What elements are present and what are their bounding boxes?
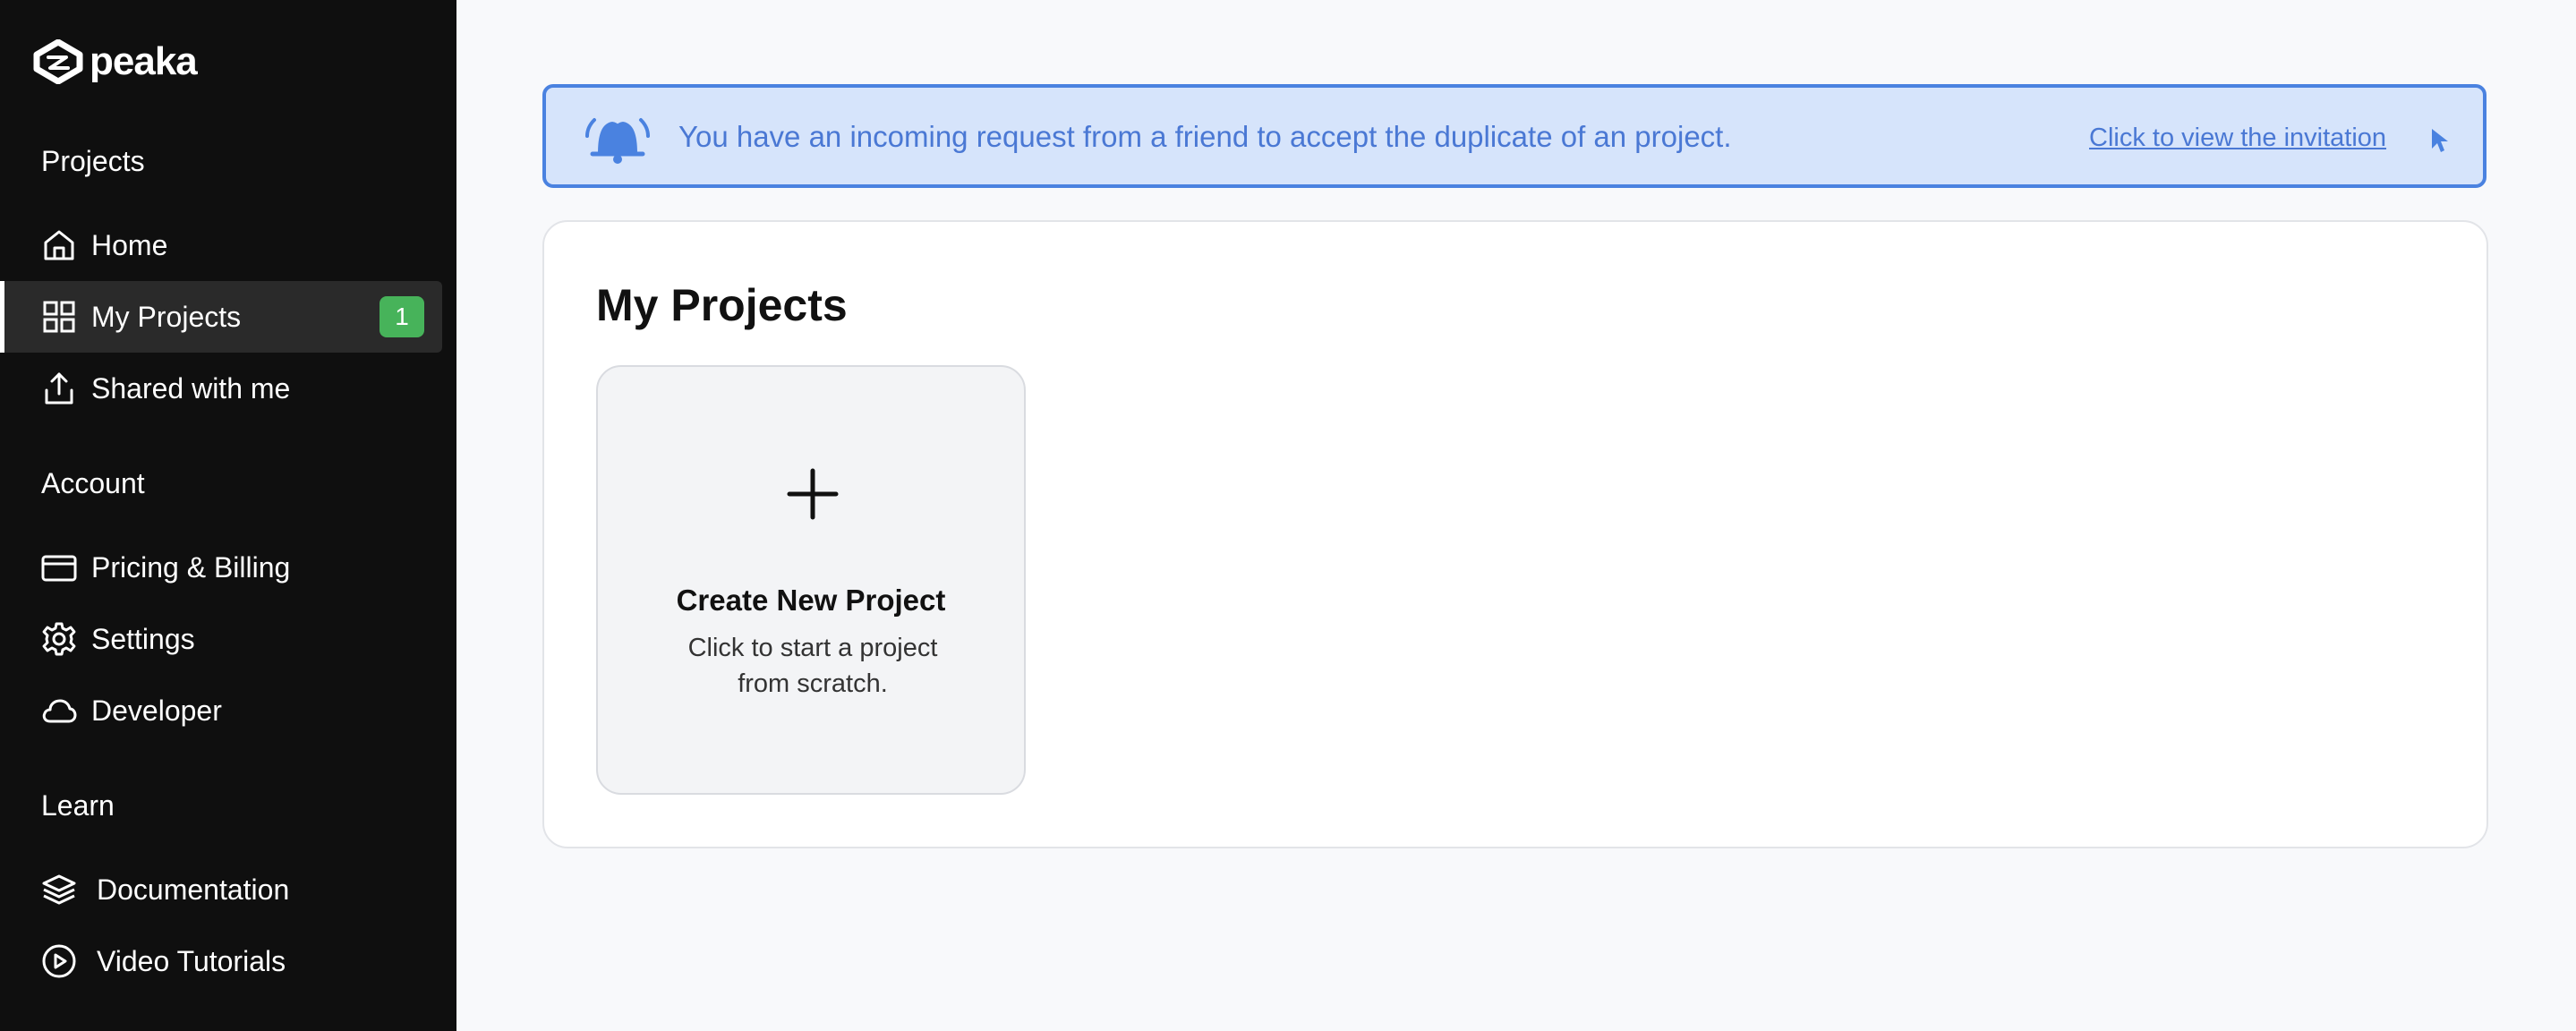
layers-icon: [41, 872, 77, 907]
sidebar-item-label: Video Tutorials: [97, 944, 286, 977]
credit-card-icon: [41, 550, 77, 585]
invitation-banner: You have an incoming request from a frie…: [542, 84, 2486, 188]
my-projects-panel: My Projects Create New Project Click to …: [542, 220, 2488, 848]
home-icon: [41, 227, 77, 263]
sidebar-item-label: Home: [91, 228, 168, 261]
create-project-title: Create New Project: [676, 584, 946, 617]
sidebar-item-my-projects[interactable]: My Projects: [41, 283, 241, 351]
logo[interactable]: peaka: [32, 39, 198, 84]
pointer-cursor-icon: [2429, 127, 2451, 158]
logo-text: peaka: [90, 39, 198, 83]
sidebar: peaka Projects Home My Projects 1 Shared…: [0, 0, 456, 1031]
section-title-account: Account: [41, 467, 145, 499]
sidebar-item-documentation[interactable]: Documentation: [41, 856, 289, 924]
grid-icon: [41, 299, 77, 335]
sidebar-item-label: Pricing & Billing: [91, 550, 291, 584]
cloud-icon: [41, 693, 77, 729]
sidebar-item-label: Developer: [91, 694, 222, 727]
create-project-description: Click to start a project from scratch.: [687, 634, 938, 698]
plus-icon: [786, 467, 840, 525]
sidebar-item-video-tutorials[interactable]: Video Tutorials: [41, 927, 286, 995]
sidebar-item-home[interactable]: Home: [41, 211, 167, 279]
page-title: My Projects: [596, 280, 848, 330]
sidebar-item-shared-with-me[interactable]: Shared with me: [41, 354, 290, 422]
sidebar-item-label: My Projects: [91, 300, 242, 333]
active-item-indicator: [0, 281, 4, 353]
sidebar-item-pricing-billing[interactable]: Pricing & Billing: [41, 533, 290, 601]
gear-icon: [41, 621, 77, 657]
sidebar-item-label: Settings: [91, 622, 195, 655]
play-circle-icon: [41, 943, 77, 979]
section-title-projects: Projects: [41, 145, 145, 177]
bell-icon: [582, 111, 653, 169]
share-icon: [41, 371, 77, 406]
sidebar-item-label: Documentation: [97, 873, 290, 906]
banner-message: You have an incoming request from a frie…: [678, 120, 1732, 153]
sidebar-item-developer[interactable]: Developer: [41, 677, 222, 745]
section-title-learn: Learn: [41, 789, 115, 822]
projects-count-badge: 1: [380, 296, 424, 337]
sidebar-item-settings[interactable]: Settings: [41, 605, 195, 673]
peaka-logo-icon: [33, 39, 83, 84]
create-new-project-card[interactable]: Create New Project Click to start a proj…: [596, 365, 1026, 795]
sidebar-item-label: Shared with me: [91, 371, 291, 405]
view-invitation-link[interactable]: Click to view the invitation: [2089, 124, 2386, 153]
